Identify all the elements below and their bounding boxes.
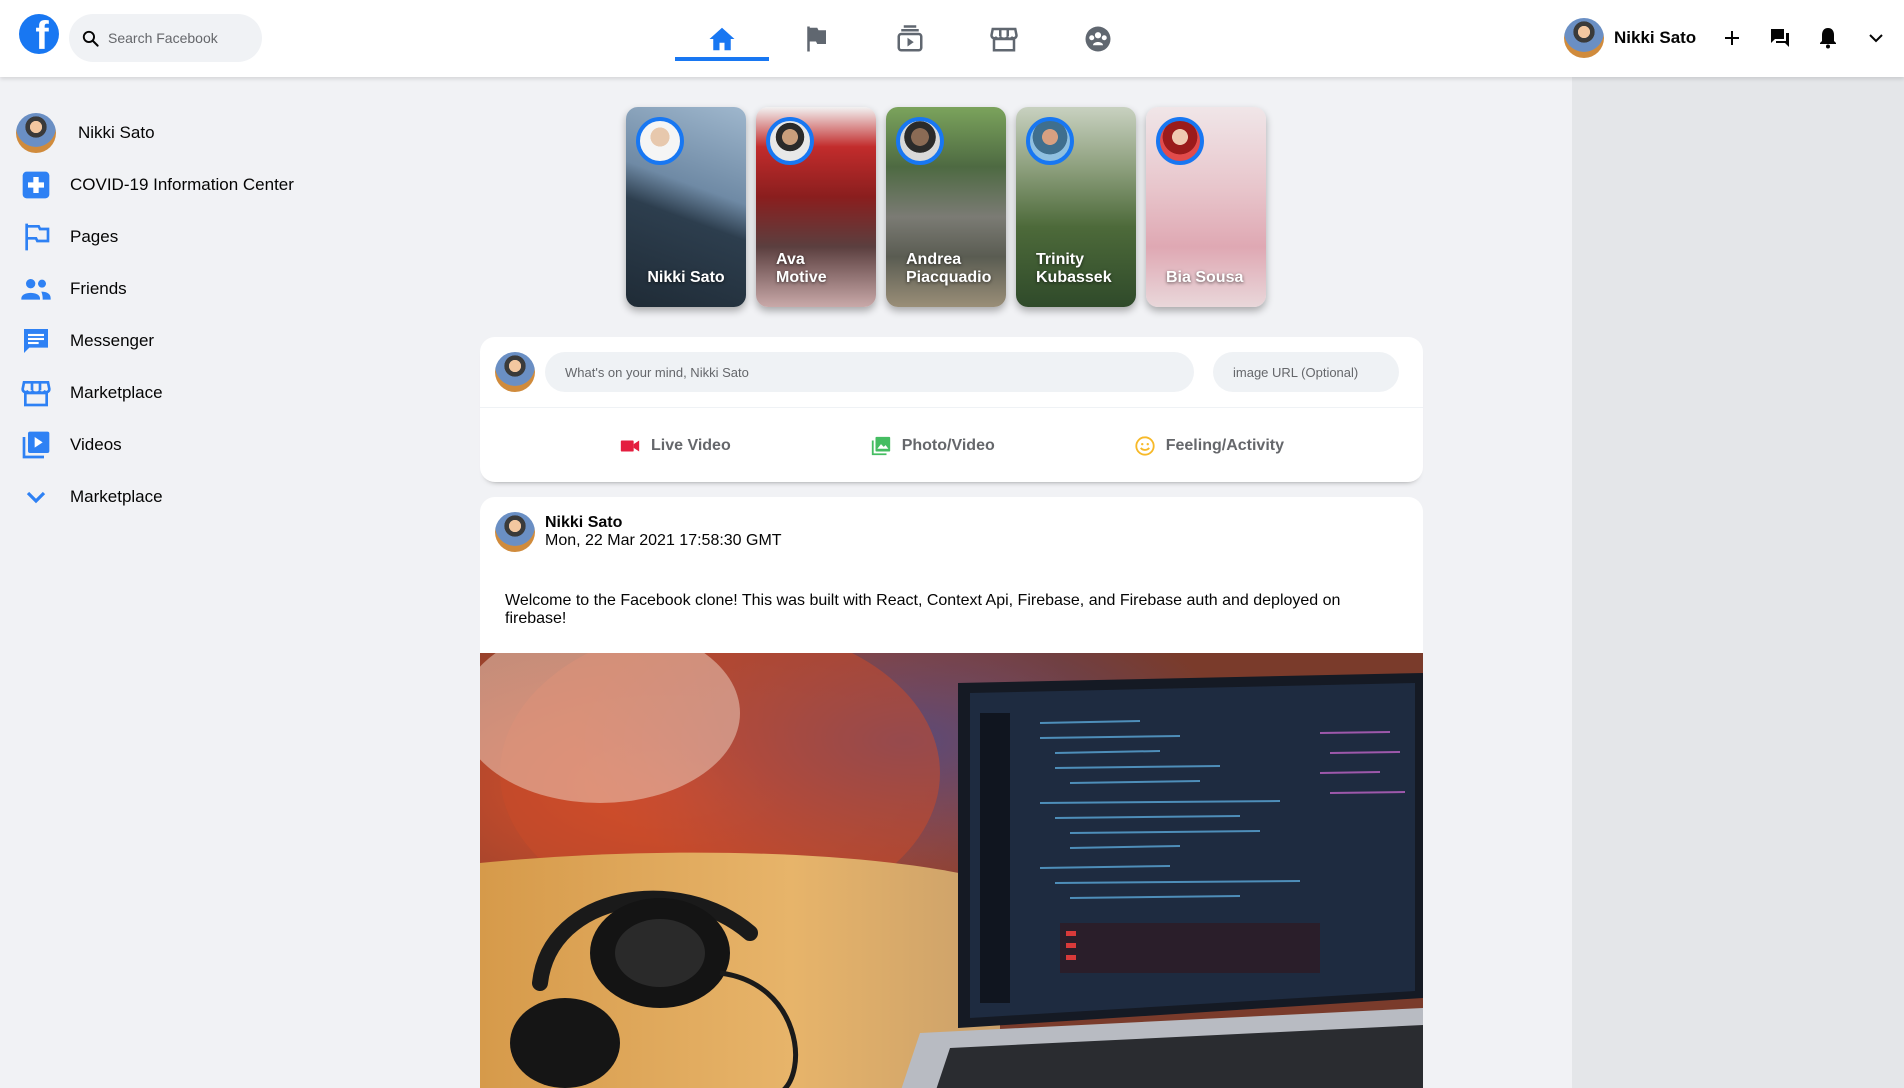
user-avatar[interactable]: [1564, 18, 1604, 58]
nav-pages[interactable]: [769, 0, 863, 77]
main-nav: [675, 0, 1145, 77]
plus-icon: [1725, 31, 1740, 45]
story-avatar: [636, 117, 684, 165]
story-name: Andrea Piacquadio: [906, 251, 992, 286]
storefront-icon: [990, 27, 1018, 51]
sidebar-item-pages[interactable]: Pages: [16, 211, 356, 263]
option-label: Feeling/Activity: [1165, 436, 1284, 454]
sidebar-item-label: COVID-19 Information Center: [70, 175, 294, 194]
option-label: Photo/Video: [901, 436, 995, 454]
medical-cross-icon: [22, 171, 50, 199]
story-card[interactable]: Andrea Piacquadio: [886, 107, 1006, 307]
storefront-icon: [21, 381, 51, 407]
laptop-headphones-photo: [480, 653, 1423, 1088]
search-bar[interactable]: [69, 14, 262, 62]
smiley-icon: [1135, 435, 1155, 456]
sidebar-item-label: Friends: [70, 279, 127, 298]
post-author[interactable]: Nikki Sato: [545, 514, 622, 532]
story-name: Trinity Kubassek: [1036, 251, 1112, 286]
composer-top: [480, 337, 1423, 408]
flag-icon: [25, 223, 50, 251]
story-card[interactable]: Trinity Kubassek: [1016, 107, 1136, 307]
sidebar-item-covid[interactable]: COVID-19 Information Center: [16, 159, 356, 211]
story-avatar: [766, 117, 814, 165]
create-button[interactable]: [1708, 18, 1756, 58]
composer-options: Live Video Photo/Video Feeling/Activity: [480, 409, 1423, 482]
story-name: Bia Sousa: [1166, 269, 1244, 286]
avatar: [16, 113, 56, 153]
story-avatar: [896, 117, 944, 165]
header-user-name[interactable]: Nikki Sato: [1614, 28, 1696, 48]
flag-icon: [807, 26, 826, 51]
home-icon: [709, 27, 735, 50]
forum-icon: [1771, 29, 1790, 47]
facebook-logo[interactable]: f: [19, 14, 59, 54]
top-header: f Nikki Sato: [0, 0, 1904, 77]
groups-icon: [1085, 26, 1111, 51]
sidebar-item-label: Videos: [70, 435, 122, 454]
feeling-activity-option[interactable]: Feeling/Activity: [1134, 435, 1284, 457]
videocam-icon: [620, 440, 640, 451]
nav-marketplace[interactable]: [957, 0, 1051, 77]
sidebar-item-label: Marketplace: [70, 383, 163, 402]
sidebar-item-profile[interactable]: Nikki Sato: [16, 107, 356, 159]
logo-glyph: f: [35, 14, 49, 54]
video-library-icon: [22, 431, 50, 459]
story-avatar: [1156, 117, 1204, 165]
live-video-option[interactable]: Live Video: [619, 435, 731, 457]
notifications-button[interactable]: [1804, 18, 1852, 58]
story-avatar: [1026, 117, 1074, 165]
avatar[interactable]: [495, 512, 535, 552]
sidebar-item-label: Messenger: [70, 331, 155, 350]
story-name: Nikki Sato: [647, 269, 725, 286]
story-card[interactable]: Nikki Sato: [626, 107, 746, 307]
sidebar-item-messenger[interactable]: Messenger: [16, 315, 356, 367]
right-panel: [1572, 77, 1904, 1088]
messenger-button[interactable]: [1756, 18, 1804, 58]
post-message: Welcome to the Facebook clone! This was …: [505, 592, 1341, 627]
nav-watch[interactable]: [863, 0, 957, 77]
nav-home[interactable]: [675, 0, 769, 77]
story-card[interactable]: Ava Motive: [756, 107, 876, 307]
bell-icon: [1820, 28, 1837, 49]
people-icon: [21, 279, 51, 300]
post-image[interactable]: [480, 653, 1423, 1088]
status-input[interactable]: [545, 352, 1194, 392]
story-card[interactable]: Bia Sousa: [1146, 107, 1266, 307]
nav-groups[interactable]: [1051, 0, 1145, 77]
sidebar-item-label: Nikki Sato: [78, 123, 155, 142]
image-url-input[interactable]: [1213, 352, 1399, 392]
search-icon: [82, 30, 99, 47]
post-timestamp: Mon, 22 Mar 2021 17:58:30 GMT: [545, 532, 782, 549]
search-input[interactable]: [108, 30, 258, 46]
sidebar-item-more[interactable]: Marketplace: [16, 471, 356, 523]
photo-video-option[interactable]: Photo/Video: [870, 435, 995, 457]
header-account: Nikki Sato: [1564, 18, 1900, 58]
chevron-down-icon: [1869, 34, 1883, 43]
account-menu-button[interactable]: [1852, 18, 1900, 58]
option-label: Live Video: [650, 436, 731, 454]
photo-library-icon: [871, 436, 890, 455]
story-name: Ava Motive: [776, 251, 827, 286]
watch-icon: [897, 24, 923, 51]
sidebar-item-marketplace[interactable]: Marketplace: [16, 367, 356, 419]
chevron-down-icon: [26, 491, 46, 504]
sidebar-item-label: Pages: [70, 227, 119, 246]
post-composer: Live Video Photo/Video Feeling/Activity: [480, 337, 1423, 482]
feed-post: Nikki Sato Mon, 22 Mar 2021 17:58:30 GMT…: [480, 497, 1423, 1088]
sidebar-item-videos[interactable]: Videos: [16, 419, 356, 471]
sidebar-item-friends[interactable]: Friends: [16, 263, 356, 315]
story-reel: Nikki Sato Ava Motive Andrea Piacquadio …: [626, 107, 1266, 307]
left-sidebar: Nikki Sato COVID-19 Information Center P…: [16, 107, 356, 523]
avatar: [495, 352, 535, 392]
sidebar-item-label: Marketplace: [70, 487, 163, 506]
chat-icon: [24, 329, 48, 353]
